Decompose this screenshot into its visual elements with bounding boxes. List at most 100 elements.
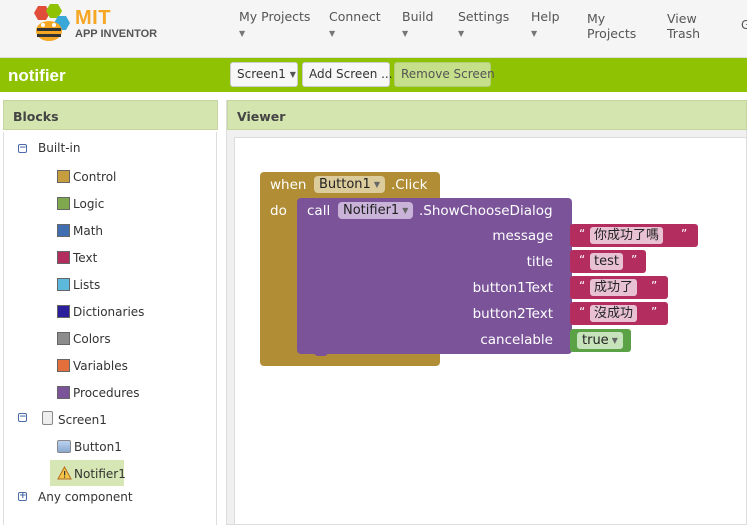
dropdown-value: Button1 — [319, 177, 371, 192]
drawer-label: Dictionaries — [73, 305, 145, 319]
tree-label: Notifier1 — [74, 467, 126, 481]
caret-down-icon: ▼ — [531, 29, 538, 38]
drawer-colors[interactable]: Colors — [57, 329, 111, 349]
text-block-message[interactable]: “ 你成功了嗎 ” — [570, 224, 698, 247]
colors-color-icon — [57, 332, 70, 345]
remove-screen-button[interactable]: Remove Screen — [394, 62, 495, 87]
menu-my-projects[interactable]: My Projects ▼ — [239, 9, 310, 41]
caret-down-icon: ▼ — [402, 206, 409, 215]
menu-label: My Projects — [239, 9, 311, 24]
link-label: Trash — [667, 26, 701, 41]
drawer-math[interactable]: Math — [57, 221, 103, 241]
logic-true-block[interactable]: true ▼ — [570, 329, 631, 352]
link-my-projects[interactable]: My Projects — [587, 11, 636, 41]
menu-label: Build — [402, 9, 434, 24]
menu-help[interactable]: Help ▼ — [531, 9, 560, 41]
call-label: call — [307, 203, 331, 219]
blocks-panel-header: Blocks — [3, 100, 218, 130]
tree-button1[interactable]: Button1 — [57, 437, 122, 457]
screen-select-label: Screen1 — [237, 67, 286, 81]
text-block-title[interactable]: “ test ” — [570, 250, 646, 273]
control-color-icon — [57, 170, 70, 183]
param-message-label: message — [492, 228, 553, 244]
caret-down-icon: ▼ — [329, 29, 336, 38]
expand-icon[interactable]: + — [18, 492, 27, 501]
drawer-label: Math — [73, 224, 104, 238]
add-screen-button[interactable]: Add Screen ... — [302, 62, 393, 87]
menu-label: Connect — [329, 9, 381, 24]
event-name-label: .Click — [391, 177, 428, 193]
collapse-icon[interactable]: − — [18, 144, 27, 153]
menu-settings[interactable]: Settings ▼ — [458, 9, 509, 41]
tree-label: Screen1 — [58, 413, 107, 427]
caret-down-icon: ▼ — [458, 29, 465, 38]
menu-label: Settings — [458, 9, 510, 24]
tree-label: Button1 — [74, 440, 122, 454]
menu-label: Help — [531, 9, 560, 24]
lists-color-icon — [57, 278, 70, 291]
dictionaries-color-icon — [57, 305, 70, 318]
project-toolbar: notifier Screen1 ▼ Add Screen ... Remove… — [0, 58, 747, 92]
drawer-procedures[interactable]: Procedures — [57, 383, 140, 403]
caret-down-icon: ▼ — [373, 180, 380, 189]
drawer-control[interactable]: Control — [57, 167, 116, 187]
caret-down-icon: ▼ — [239, 29, 246, 38]
text-block-button1text[interactable]: “ 成功了 ” — [570, 276, 668, 299]
when-label: when — [270, 177, 307, 193]
text-value[interactable]: 成功了 — [590, 279, 638, 296]
drawer-dictionaries[interactable]: Dictionaries — [57, 302, 144, 322]
variables-color-icon — [57, 359, 70, 372]
param-button2text-label: button2Text — [472, 306, 553, 322]
dropdown-value: Notifier1 — [343, 203, 400, 218]
text-block-button2text[interactable]: “ 沒成功 ” — [570, 302, 668, 325]
close-quote-icon: ” — [681, 227, 688, 241]
event-component-dropdown[interactable]: Button1 ▼ — [314, 176, 385, 193]
menu-build[interactable]: Build ▼ — [402, 9, 433, 41]
text-value[interactable]: 沒成功 — [590, 305, 638, 322]
warning-icon — [57, 465, 72, 480]
close-quote-icon: ” — [651, 279, 658, 293]
param-cancelable-label: cancelable — [480, 332, 553, 348]
collapse-icon[interactable]: − — [18, 413, 27, 422]
link-label: View — [667, 11, 697, 26]
boolean-dropdown[interactable]: true ▼ — [577, 332, 623, 349]
tree-notifier1[interactable]: Notifier1 — [57, 464, 126, 484]
drawer-label: Lists — [73, 278, 101, 292]
drawer-label: Control — [73, 170, 117, 184]
menu-connect[interactable]: Connect ▼ — [329, 9, 381, 41]
close-quote-icon: ” — [651, 305, 658, 319]
tree-label: Built-in — [38, 141, 81, 155]
text-color-icon — [57, 251, 70, 264]
call-component-dropdown[interactable]: Notifier1 ▼ — [338, 202, 414, 219]
link-overflow[interactable]: G — [741, 18, 747, 32]
math-color-icon — [57, 224, 70, 237]
call-block-notch — [314, 350, 328, 356]
open-quote-icon: “ — [579, 279, 586, 293]
method-name-label: .ShowChooseDialog — [419, 203, 553, 219]
screen-icon — [42, 411, 53, 425]
bee-logo-icon — [34, 4, 70, 41]
top-nav: MIT APP INVENTOR My Projects ▼ Connect ▼… — [0, 0, 747, 58]
drawer-label: Colors — [73, 332, 111, 346]
do-label: do — [270, 203, 287, 219]
open-quote-icon: “ — [579, 305, 586, 319]
show-choose-dialog-call-block[interactable] — [297, 198, 572, 354]
drawer-logic[interactable]: Logic — [57, 194, 104, 214]
drawer-text[interactable]: Text — [57, 248, 97, 268]
text-value[interactable]: 你成功了嗎 — [590, 227, 664, 244]
viewer-header: Viewer — [227, 100, 747, 130]
logo-subtitle: APP INVENTOR — [75, 28, 158, 40]
link-view-trash[interactable]: View Trash — [667, 11, 700, 41]
link-label: My — [587, 11, 606, 26]
procedures-color-icon — [57, 386, 70, 399]
link-label: Projects — [587, 26, 637, 41]
open-quote-icon: “ — [579, 227, 586, 241]
screen-select[interactable]: Screen1 ▼ — [230, 62, 298, 87]
app-inventor-logo[interactable]: MIT APP INVENTOR — [28, 4, 158, 44]
caret-down-icon: ▼ — [289, 70, 296, 79]
caret-down-icon: ▼ — [402, 29, 409, 38]
text-value[interactable]: test — [590, 253, 623, 270]
drawer-variables[interactable]: Variables — [57, 356, 128, 376]
drawer-lists[interactable]: Lists — [57, 275, 100, 295]
drawer-label: Text — [73, 251, 98, 265]
